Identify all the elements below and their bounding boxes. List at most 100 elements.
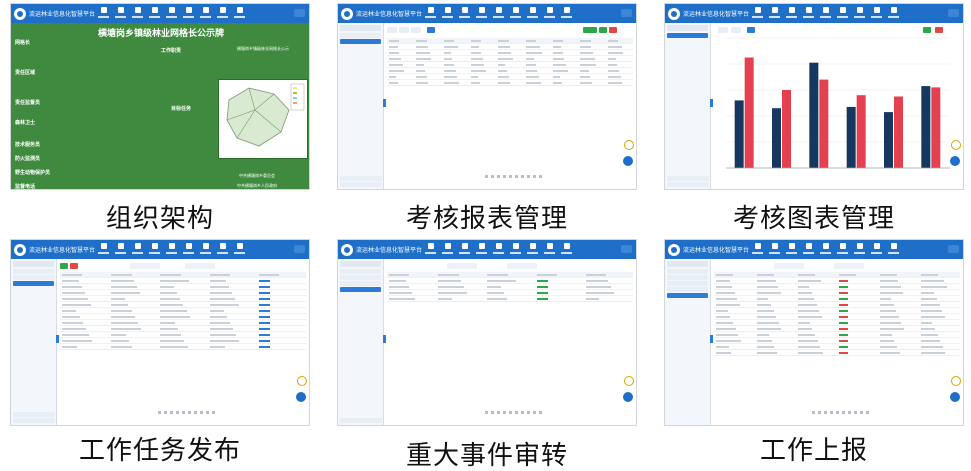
search-field[interactable] [130,263,160,269]
nav-module-icon[interactable] [868,6,885,21]
export-button[interactable] [583,27,597,33]
add-button[interactable] [923,27,931,33]
add-button[interactable] [599,27,607,33]
nav-module-icon[interactable] [558,242,575,257]
sidebar-item[interactable] [667,182,709,187]
nav-module-icon[interactable] [851,242,868,257]
nav-module-icon[interactable] [180,242,197,257]
chart-bar-series-2-category-1[interactable] [744,57,754,169]
nav-module-icon[interactable] [180,6,197,21]
chart-bar-series-1-category-4[interactable] [846,106,856,168]
sidebar-item-active[interactable] [340,39,381,44]
nav-module-icon[interactable] [146,6,163,21]
filter-field[interactable] [718,27,728,33]
sidebar-item[interactable] [340,281,381,286]
nav-module-icon[interactable] [422,242,439,257]
nav-module-icon[interactable] [749,242,766,257]
chart-bar-series-1-category-2[interactable] [772,108,781,168]
collapse-handle[interactable] [56,335,59,343]
sidebar-item[interactable] [340,269,381,274]
filter-field[interactable] [411,27,421,33]
nav-module-icon[interactable] [214,6,231,21]
float-action-button[interactable] [622,391,634,403]
user-menu-button[interactable] [947,9,959,17]
nav-module-icon[interactable] [817,6,834,21]
search-field[interactable] [447,263,477,269]
nav-module-icon[interactable] [766,242,783,257]
nav-module-icon[interactable] [473,242,490,257]
table-row[interactable] [387,80,633,86]
nav-module-icon[interactable] [766,6,783,21]
nav-module-icon[interactable] [422,6,439,21]
sidebar-item[interactable] [13,412,55,417]
filter-field[interactable] [731,27,741,33]
chart-bar-series-2-category-4[interactable] [856,95,866,168]
pagination[interactable] [485,175,546,178]
sidebar-item[interactable] [340,418,382,423]
sidebar-item[interactable] [667,281,708,286]
date-field[interactable] [185,263,215,269]
query-button[interactable] [427,27,435,33]
sidebar-item[interactable] [667,269,708,274]
sidebar-item[interactable] [667,176,709,181]
chart-bar-series-1-category-6[interactable] [921,86,931,168]
nav-module-icon[interactable] [507,242,524,257]
nav-module-icon[interactable] [868,242,885,257]
nav-module-icon[interactable] [112,242,129,257]
sidebar-item-active[interactable] [667,33,708,38]
float-action-button[interactable] [295,391,307,403]
nav-module-icon[interactable] [834,242,851,257]
pagination[interactable] [812,411,873,414]
sidebar-item[interactable] [340,275,381,280]
filter-field[interactable] [387,27,397,33]
nav-module-icon[interactable] [783,6,800,21]
nav-module-icon[interactable] [541,242,558,257]
chart-bar-series-1-category-1[interactable] [734,100,744,168]
nav-module-icon[interactable] [885,242,902,257]
search-field[interactable] [774,263,804,269]
nav-module-icon[interactable] [749,6,766,21]
delete-button[interactable] [935,27,943,33]
table-row[interactable] [387,296,633,302]
collapse-handle[interactable] [710,335,713,343]
nav-module-icon[interactable] [851,6,868,21]
nav-module-icon[interactable] [817,242,834,257]
chart-bar-series-1-category-3[interactable] [809,62,819,169]
sidebar-item-active[interactable] [667,293,708,298]
nav-module-icon[interactable] [214,242,231,257]
table-row[interactable] [60,344,306,350]
chart-bar-series-2-category-6[interactable] [931,87,941,168]
nav-module-icon[interactable] [490,6,507,21]
sidebar-item[interactable] [667,275,708,280]
collapse-handle[interactable] [710,99,713,107]
nav-module-icon[interactable] [473,6,490,21]
float-action-button[interactable] [949,391,961,403]
delete-button[interactable] [70,263,78,269]
sidebar-item-active[interactable] [340,287,381,292]
nav-module-icon[interactable] [783,242,800,257]
nav-module-icon[interactable] [490,242,507,257]
delete-button[interactable] [609,27,617,33]
user-menu-button[interactable] [620,245,632,253]
nav-module-icon[interactable] [95,242,112,257]
nav-module-icon[interactable] [541,6,558,21]
collapse-handle[interactable] [383,99,386,107]
chart-bar-series-2-category-3[interactable] [819,79,829,168]
nav-module-icon[interactable] [112,6,129,21]
filter-field[interactable] [399,27,409,33]
nav-module-icon[interactable] [129,242,146,257]
add-button[interactable] [60,263,68,269]
nav-module-icon[interactable] [800,6,817,21]
sidebar-item[interactable] [13,269,54,274]
sidebar-item[interactable] [13,418,55,423]
nav-module-icon[interactable] [231,6,248,21]
nav-module-icon[interactable] [524,242,541,257]
nav-module-icon[interactable] [197,242,214,257]
nav-module-icon[interactable] [197,6,214,21]
nav-module-icon[interactable] [456,242,473,257]
pagination[interactable] [158,411,219,414]
query-button[interactable] [747,27,755,33]
sidebar-item-active[interactable] [13,281,54,286]
nav-module-icon[interactable] [834,6,851,21]
collapse-handle[interactable] [383,335,386,343]
